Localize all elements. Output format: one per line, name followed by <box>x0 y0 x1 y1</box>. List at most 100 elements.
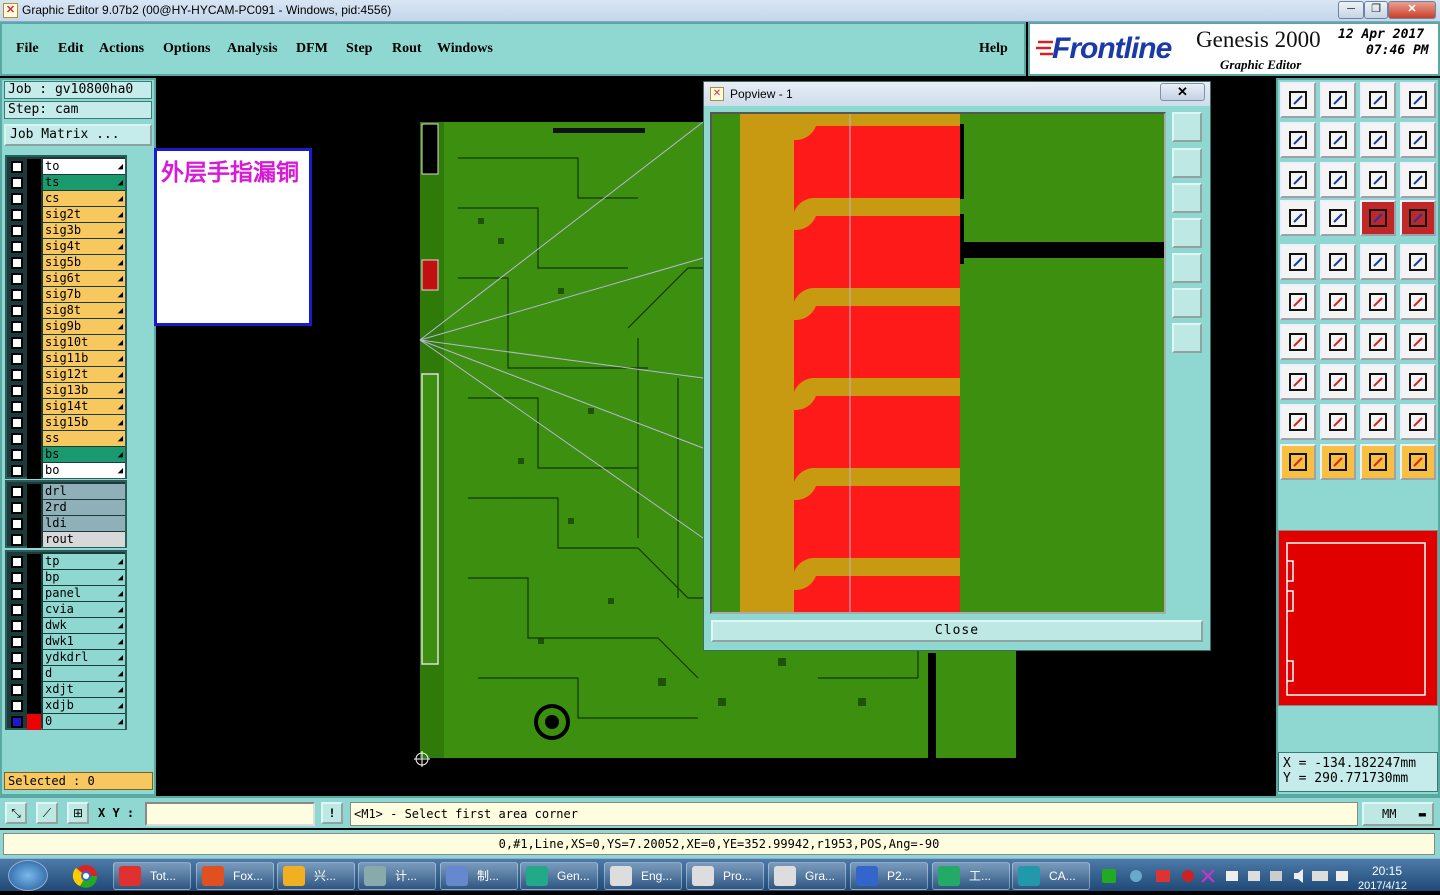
layer-color-swatch[interactable] <box>27 383 41 399</box>
arrow-up-red-icon[interactable] <box>1360 404 1396 440</box>
layer-color-swatch[interactable] <box>27 586 41 602</box>
layer-row-sig14t[interactable]: sig14t ◢ <box>7 399 125 415</box>
menu-step[interactable]: Step <box>346 41 372 57</box>
line-icon[interactable] <box>1320 324 1356 360</box>
layer-checkbox[interactable] <box>11 401 23 413</box>
layer-row-sig8t[interactable]: sig8t ◢ <box>7 303 125 319</box>
taskbar-item[interactable]: CA... <box>1012 862 1090 890</box>
layer-color-swatch[interactable] <box>27 319 41 335</box>
popview-close-icon[interactable]: ✕ <box>1160 83 1205 101</box>
layer-checkbox[interactable] <box>11 486 23 498</box>
layer-checkbox[interactable] <box>11 273 23 285</box>
layer-color-swatch[interactable] <box>27 159 41 175</box>
layer-row-sig4t[interactable]: sig4t ◢ <box>7 239 125 255</box>
layer-checkbox[interactable] <box>11 636 23 648</box>
layer-row-sig15b[interactable]: sig15b ◢ <box>7 415 125 431</box>
layer-color-swatch[interactable] <box>27 303 41 319</box>
popview-window[interactable]: ✕ Popview - 1 ✕ Close <box>703 81 1211 651</box>
select-box-icon[interactable] <box>1320 444 1356 480</box>
layer-color-swatch[interactable] <box>27 287 41 303</box>
layer-color-swatch[interactable] <box>27 191 41 207</box>
measure-box-icon[interactable] <box>1360 364 1396 400</box>
layer-color-swatch[interactable] <box>27 634 41 650</box>
layer-color-swatch[interactable] <box>27 532 41 548</box>
layer-row-panel[interactable]: panel ◢ <box>7 586 125 602</box>
arrow-up-blue-icon[interactable] <box>1400 404 1436 440</box>
layer-checkbox[interactable] <box>11 417 23 429</box>
layer-row-2rd[interactable]: 2rd <box>7 500 125 516</box>
menu-windows[interactable]: Windows <box>437 41 493 57</box>
layer-row-sig13b[interactable]: sig13b ◢ <box>7 383 125 399</box>
layer-color-swatch[interactable] <box>27 175 41 191</box>
layer-checkbox[interactable] <box>11 225 23 237</box>
layer-row-sig7b[interactable]: sig7b ◢ <box>7 287 125 303</box>
menu-dfm[interactable]: DFM <box>296 41 328 57</box>
popview-pan-right-icon[interactable] <box>1172 253 1202 283</box>
select-zoom-icon[interactable] <box>1360 444 1396 480</box>
menu-rout[interactable]: Rout <box>392 41 422 57</box>
layer-color-swatch[interactable] <box>27 207 41 223</box>
layer-row-ldi[interactable]: ldi <box>7 516 125 532</box>
select-icon[interactable] <box>1280 444 1316 480</box>
menu-help[interactable]: Help <box>979 41 1008 57</box>
layer-row-sig6t[interactable]: sig6t ◢ <box>7 271 125 287</box>
layer-checkbox[interactable] <box>11 321 23 333</box>
layer-row-sig11b[interactable]: sig11b ◢ <box>7 351 125 367</box>
select-path-icon[interactable] <box>1400 444 1436 480</box>
minus-icon[interactable] <box>1320 364 1356 400</box>
layer-row-drl[interactable]: drl <box>7 484 125 500</box>
popview-title-bar[interactable]: ✕ Popview - 1 ✕ <box>704 82 1210 106</box>
layer-row-dwk1[interactable]: dwk1 ◢ <box>7 634 125 650</box>
start-button-icon[interactable] <box>8 860 48 891</box>
layer-color-swatch[interactable] <box>27 415 41 431</box>
layer-checkbox[interactable] <box>11 337 23 349</box>
layer-checkbox[interactable] <box>11 556 23 568</box>
layer-row-dwk[interactable]: dwk ◢ <box>7 618 125 634</box>
layer-color-swatch[interactable] <box>27 271 41 287</box>
zoom-fit-icon[interactable] <box>1280 162 1316 198</box>
taskbar-item[interactable]: Tot... <box>113 862 191 890</box>
layer-checkbox[interactable] <box>11 620 23 632</box>
layer-color-swatch[interactable] <box>27 666 41 682</box>
title-bar[interactable]: ✕ Graphic Editor 9.07b2 (00@HY-HYCAM-PC0… <box>0 0 1440 22</box>
layer-checkbox[interactable] <box>11 534 23 546</box>
layer-color-swatch[interactable] <box>27 335 41 351</box>
layer-row-sig9b[interactable]: sig9b ◢ <box>7 319 125 335</box>
layer-color-swatch[interactable] <box>27 554 41 570</box>
layer-row-ts[interactable]: ts ◢ <box>7 175 125 191</box>
layer-checkbox[interactable] <box>11 572 23 584</box>
menu-options[interactable]: Options <box>163 41 210 57</box>
rotate-icon[interactable] <box>1400 122 1436 158</box>
save-icon[interactable] <box>1320 82 1356 118</box>
popview-canvas[interactable] <box>710 112 1166 614</box>
layer-checkbox[interactable] <box>11 433 23 445</box>
layer-checkbox[interactable] <box>11 502 23 514</box>
layers-red-icon[interactable] <box>1360 200 1396 236</box>
layer-checkbox[interactable] <box>11 241 23 253</box>
layer-checkbox[interactable] <box>11 652 23 664</box>
layer-row-bo[interactable]: bo ◢ <box>7 463 125 479</box>
layer-color-swatch[interactable] <box>27 570 41 586</box>
chrome-pinned-icon[interactable] <box>68 862 104 890</box>
open-step-icon[interactable] <box>1280 82 1316 118</box>
move-point-icon[interactable] <box>1360 284 1396 320</box>
taskbar-item[interactable]: Fox... <box>196 862 274 890</box>
minimize-button[interactable]: ─ <box>1338 1 1364 19</box>
layer-color-swatch[interactable] <box>27 650 41 666</box>
popview-pan-down-icon[interactable] <box>1172 183 1202 213</box>
taskbar-item[interactable]: 制... <box>440 862 518 890</box>
layers-red-alt-icon[interactable] <box>1400 200 1436 236</box>
layer-color-swatch[interactable] <box>27 682 41 698</box>
layer-row-to[interactable]: to ◢ <box>7 159 125 175</box>
pan-left-icon[interactable] <box>1280 122 1316 158</box>
scale-1-2-icon[interactable] <box>1360 162 1396 198</box>
color-icon[interactable] <box>1320 244 1356 280</box>
zoom-center-icon[interactable] <box>1320 162 1356 198</box>
taskbar-item[interactable]: 兴... <box>277 862 355 890</box>
layer-color-swatch[interactable] <box>27 516 41 532</box>
layer-color-swatch[interactable] <box>27 239 41 255</box>
layer-row-sig3b[interactable]: sig3b ◢ <box>7 223 125 239</box>
popview-pan-up-icon[interactable] <box>1172 148 1202 178</box>
copy-icon[interactable] <box>1400 364 1436 400</box>
layer-color-swatch[interactable] <box>27 463 41 479</box>
